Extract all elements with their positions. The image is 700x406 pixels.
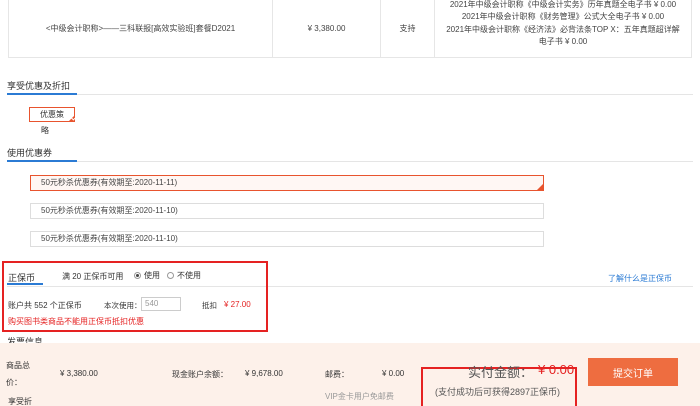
discount-policy-label: 优惠策 (40, 110, 64, 119)
discount-policy-tag[interactable]: 优惠策 (29, 107, 75, 122)
goods-total-label-cont: 价： (6, 378, 22, 387)
coin-available-note: 满 20 正保币可用 (62, 272, 124, 281)
coupon-divider (7, 160, 693, 162)
coin-warning: 购买图书类商品不能用正保币抵扣优惠 (8, 317, 144, 326)
enjoy-discount-label: 享受折 (8, 397, 32, 406)
gift-item: 2021年中级会计职称《中级会计实务》历年真题全电子书 ¥ 0.00 (449, 0, 677, 9)
coin-account-balance: 账户共 552 个正保币 (8, 301, 82, 310)
goods-total-value: ¥ 3,380.00 (60, 369, 98, 378)
coupon-option[interactable]: 50元秒杀优惠券(有效期至:2020-11-11) (30, 175, 544, 191)
pay-coin-reward: (支付成功后可获得2897正保币) (435, 387, 561, 397)
coupon-label: 50元秒杀优惠券(有效期至:2020-11-11) (41, 178, 178, 187)
cash-balance-label: 现金账户余额： (172, 370, 228, 379)
coin-nouse-label: 不使用 (177, 271, 201, 280)
postage-label: 邮费： (325, 370, 349, 379)
gift-item: 2021年中级会计职称《经济法》必背法条TOP X：五年真题超详解 (446, 24, 680, 34)
gift-item: 电子书 ¥ 0.00 (538, 37, 588, 46)
coupon-section-title: 使用优惠券 (7, 148, 53, 158)
discount-section-title: 享受优惠及折扣 (7, 81, 71, 91)
coupon-label: 50元秒杀优惠券(有效期至:2020-11-10) (41, 234, 178, 243)
invoice-section-title: 发票信息 (7, 337, 44, 343)
vip-postage-note: VIP金卡用户免邮费 (325, 392, 394, 401)
selected-check-icon (536, 183, 544, 191)
coin-use-input[interactable]: 540 (141, 297, 181, 311)
coin-info-link[interactable]: 了解什么是正保币 (608, 273, 672, 284)
coupon-option[interactable]: 50元秒杀优惠券(有效期至:2020-11-10) (30, 231, 544, 247)
discount-divider (7, 93, 693, 95)
product-name: <中级会计职称>——三科联报[高效实验班]套餐D2021 (9, 0, 273, 57)
coin-use-input-label: 本次使用： (104, 301, 142, 310)
coin-deduct-label: 抵扣 (202, 301, 217, 310)
product-price: ¥ 3,380.00 (273, 0, 381, 57)
order-table-row: <中级会计职称>——三科联报[高效实验班]套餐D2021 ¥ 3,380.00 … (8, 0, 692, 58)
cash-balance-value: ¥ 9,678.00 (245, 369, 283, 378)
product-support-status: 支持 (381, 0, 435, 57)
coin-use-radio[interactable]: 使用 (134, 270, 160, 281)
selected-check-icon (68, 115, 75, 122)
coin-use-label: 使用 (144, 271, 160, 280)
pay-amount-label: 实付金额： (468, 365, 534, 380)
discount-policy-sub: 略 (41, 126, 49, 135)
goods-total-label: 商品总 (6, 361, 30, 370)
radio-checked-icon (134, 272, 141, 279)
pay-amount-value: ¥ 0.00 (538, 362, 575, 377)
submit-order-button[interactable]: 提交订单 (588, 358, 678, 386)
postage-value: ¥ 0.00 (382, 369, 405, 378)
coin-nouse-radio[interactable]: 不使用 (167, 270, 201, 281)
coin-tab-underline (7, 283, 43, 285)
gift-list: 2021年中级会计职称《中级会计实务》历年真题全电子书 ¥ 0.00 2021年… (435, 0, 691, 57)
radio-unchecked-icon (167, 272, 174, 279)
coupon-option[interactable]: 50元秒杀优惠券(有效期至:2020-11-10) (30, 203, 544, 219)
coupon-label: 50元秒杀优惠券(有效期至:2020-11-10) (41, 206, 178, 215)
coin-deduct-amount: ¥ 27.00 (224, 300, 251, 309)
gift-item: 2021年中级会计职称《财务管理》公式大全电子书 ¥ 0.00 (461, 12, 665, 21)
